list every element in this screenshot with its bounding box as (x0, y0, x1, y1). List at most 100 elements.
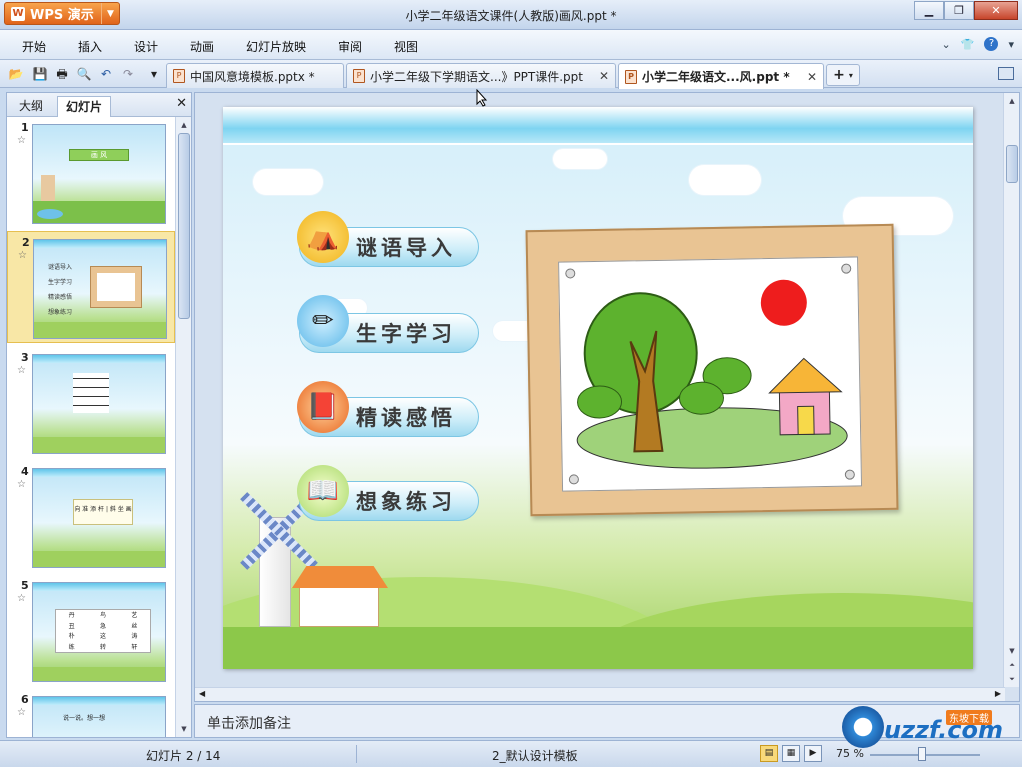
grid-cell: 轩 (131, 643, 138, 651)
layout-icon[interactable] (998, 67, 1014, 80)
notes-placeholder: 单击添加备注 (207, 716, 291, 732)
menu-slideshow[interactable]: 幻灯片放映 (246, 38, 306, 55)
thumbnail-scrollbar[interactable]: ▲ ▼ (175, 117, 191, 737)
star-icon: ☆ (17, 479, 26, 490)
document-tab-bar: 📂 💾 🖶 🔍 ↶ ↷ ▾ P 中国风意境模板.pptx * P 小学二年级下学… (0, 60, 1022, 89)
chevron-down-icon[interactable]: ▾ (1008, 38, 1014, 51)
cloud (553, 149, 607, 169)
slide-sorter-icon[interactable]: ▦ (782, 745, 800, 762)
thumb-item: 生字学习 (48, 279, 73, 286)
scroll-right-icon[interactable]: ▶ (995, 689, 1001, 698)
pencil-icon: ✏ (297, 295, 349, 347)
scroll-thumb[interactable] (1006, 145, 1018, 183)
slide-thumbnail[interactable]: 4 ☆ 向 准 添 杆 | 斜 坐 画 (7, 461, 175, 573)
tent-icon: ⛺ (297, 211, 349, 263)
normal-view-icon[interactable]: ▤ (760, 745, 778, 762)
thumbnail-list: 1 ☆ 画 风 2 ☆ 谜语导入 生字学习 精读感悟 想象练习 3 ☆ 4 ☆ … (7, 117, 175, 737)
skin-icon[interactable]: 👕 (961, 38, 975, 51)
open-folder-icon[interactable]: 📂 (8, 66, 24, 82)
book-icon: 📕 (297, 381, 349, 433)
print-icon[interactable]: 🖶 (54, 66, 70, 82)
cloud (253, 169, 323, 195)
document-tab[interactable]: P 小学二年级下学期语文...》PPT课件.ppt ✕ (346, 63, 616, 88)
drawing-illustration (576, 279, 848, 469)
chevron-down-icon[interactable]: ⌄ (942, 38, 951, 51)
thumb-menu: 谜语导入 生字学习 精读感悟 想象练习 (48, 260, 72, 320)
prev-slide-icon[interactable]: ⏶ (1006, 659, 1018, 671)
star-icon: ☆ (17, 365, 26, 376)
menu-design[interactable]: 设计 (134, 38, 158, 55)
menu-home[interactable]: 开始 (22, 38, 46, 55)
redo-icon[interactable]: ↷ (120, 66, 136, 82)
slide-thumbnail[interactable]: 3 ☆ (7, 347, 175, 459)
grid-cell: 艺 (131, 612, 138, 619)
slide-canvas[interactable]: 谜语导入 ⛺ 生字学习 ✏ 精读感悟 📕 想象练习 📖 (223, 107, 973, 669)
cloud (689, 165, 761, 195)
help-icon[interactable]: ? (984, 37, 999, 51)
restore-button[interactable]: ❐ (944, 1, 974, 20)
mouse-cursor-icon (476, 89, 488, 107)
menu-review[interactable]: 审阅 (338, 38, 362, 55)
slide-vertical-scrollbar[interactable]: ▲ ▼ ⏶ ⏷ (1003, 93, 1019, 687)
grid-cell: 朴 (68, 633, 75, 640)
grid-cell: 丝 (131, 622, 138, 630)
thumbnail-image: 向 准 添 杆 | 斜 坐 画 (32, 468, 166, 568)
scroll-up-icon[interactable]: ▲ (178, 119, 190, 131)
undo-icon[interactable]: ↶ (98, 66, 114, 82)
close-button[interactable]: ✕ (974, 1, 1018, 20)
ppt-file-icon: P (353, 69, 365, 83)
document-tab[interactable]: P 中国风意境模板.pptx * (166, 63, 344, 88)
star-icon: ☆ (18, 250, 27, 261)
minimize-button[interactable]: ▁ (914, 1, 944, 20)
thumbnail-image: 谜语导入 生字学习 精读感悟 想象练习 (33, 239, 167, 339)
slide-thumbnail[interactable]: 1 ☆ 画 风 (7, 117, 175, 229)
grid-cell: 丹 (68, 612, 75, 619)
star-icon: ☆ (17, 707, 26, 718)
tab-outline[interactable]: 大纲 (11, 96, 51, 117)
close-icon[interactable]: ✕ (176, 96, 187, 111)
slide-horizontal-scrollbar[interactable]: ◀ ▶ (195, 687, 1005, 701)
scroll-down-icon[interactable]: ▼ (1006, 645, 1018, 657)
thumbnail-image: 画 风 (32, 124, 166, 224)
close-icon[interactable]: ✕ (807, 70, 817, 84)
slide-number: 5 (21, 579, 29, 592)
document-tab-active[interactable]: P 小学二年级语文...风.ppt * ✕ (618, 63, 824, 89)
grass (33, 551, 165, 567)
slide-number: 3 (21, 351, 29, 364)
pin-icon (568, 474, 579, 485)
slide-thumbnail[interactable]: 6 ☆ 说一说。想一想 (7, 689, 175, 737)
tab-label: 小学二年级下学期语文...》PPT课件.ppt (370, 69, 584, 84)
scroll-down-icon[interactable]: ▼ (178, 723, 190, 735)
thumb-item: 精读感悟 (48, 294, 73, 301)
print-preview-icon[interactable]: 🔍 (76, 66, 92, 82)
drawing-paper (558, 256, 863, 492)
thumb-text-lines (73, 373, 109, 413)
save-icon[interactable]: 💾 (32, 66, 48, 82)
menu-view[interactable]: 视图 (394, 38, 418, 55)
slideshow-icon[interactable]: ▶ (804, 745, 822, 762)
picture-frame[interactable] (525, 223, 899, 517)
scroll-thumb[interactable] (178, 133, 190, 319)
thumbnail-image: 丹 鸟 艺 丑 急 丝 朴 这 涛 练 转 轩 (32, 582, 166, 682)
grass (34, 322, 166, 338)
next-slide-icon[interactable]: ⏷ (1006, 673, 1018, 685)
windmill-icon (41, 175, 55, 203)
menu-animation[interactable]: 动画 (190, 38, 214, 55)
chevron-down-icon[interactable]: ▾ (146, 66, 162, 82)
slide-counter: 幻灯片 2 / 14 (146, 749, 221, 763)
scroll-up-icon[interactable]: ▲ (1006, 95, 1018, 107)
slide-thumbnail[interactable]: 5 ☆ 丹 鸟 艺 丑 急 丝 朴 这 涛 练 转 轩 (7, 575, 175, 687)
watermark-subtext: 东坡下载 (946, 710, 992, 725)
slide-thumbnail-selected[interactable]: 2 ☆ 谜语导入 生字学习 精读感悟 想象练习 (7, 231, 175, 343)
slide-number: 4 (21, 465, 29, 478)
scroll-left-icon[interactable]: ◀ (199, 689, 205, 698)
new-tab-button[interactable]: + ▾ (826, 64, 860, 86)
tab-slides[interactable]: 幻灯片 (57, 96, 112, 117)
close-icon[interactable]: ✕ (599, 69, 609, 83)
site-watermark: uzzf.com 东坡下载 (842, 702, 1012, 752)
slide-number: 1 (21, 121, 29, 134)
window-title: 小学二年级语文课件(人教版)画风.ppt * (405, 9, 617, 23)
open-book-icon: 📖 (297, 465, 349, 517)
thumbnail-image (32, 354, 166, 454)
menu-insert[interactable]: 插入 (78, 38, 102, 55)
